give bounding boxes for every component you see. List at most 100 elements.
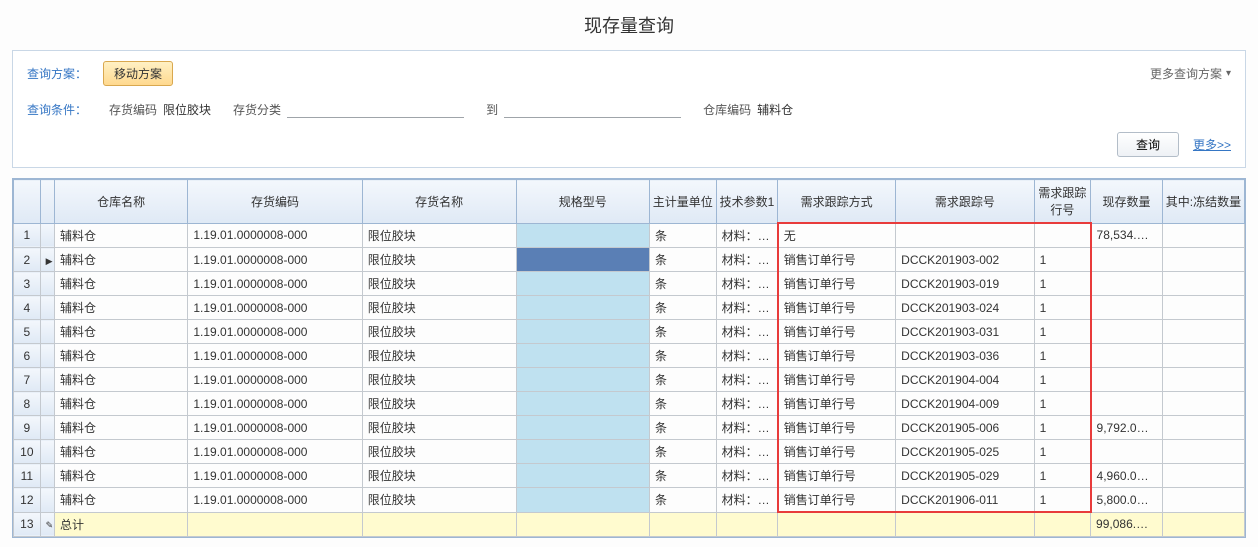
row-number: 2 [14, 248, 41, 272]
row-marker [40, 440, 54, 464]
cell-track-line: 1 [1034, 440, 1090, 464]
cell-track-no [896, 223, 1034, 248]
row-number: 13 [14, 512, 41, 536]
cell-track-no: DCCK201903-019 [896, 272, 1034, 296]
row-marker [40, 296, 54, 320]
cell-spec [516, 223, 649, 248]
query-button[interactable]: 查询 [1117, 132, 1179, 157]
move-scheme-button[interactable]: 移动方案 [103, 61, 173, 86]
row-marker [40, 392, 54, 416]
cell-unit: 条 [649, 296, 716, 320]
cell-warehouse: 辅料仓 [55, 223, 188, 248]
col-warehouse[interactable]: 仓库名称 [55, 180, 188, 224]
col-track-mode[interactable]: 需求跟踪方式 [778, 180, 896, 224]
cell-track-line: 1 [1034, 416, 1090, 440]
more-link[interactable]: 更多>> [1193, 136, 1231, 153]
cell-name: 限位胶块 [362, 464, 516, 488]
table-row[interactable]: 5辅料仓1.19.01.0000008-000限位胶块条材料：K…销售订单行号D… [14, 320, 1245, 344]
cell-qty [1091, 368, 1163, 392]
cell-track-mode: 销售订单行号 [778, 320, 896, 344]
col-qty[interactable]: 现存数量 [1091, 180, 1163, 224]
cell-spec [516, 272, 649, 296]
cell-spec [516, 416, 649, 440]
row-marker [40, 488, 54, 513]
cell-track-line: 1 [1034, 392, 1090, 416]
cell-qty [1091, 440, 1163, 464]
table-row[interactable]: 7辅料仓1.19.01.0000008-000限位胶块条材料：K…销售订单行号D… [14, 368, 1245, 392]
inventory-code-value: 限位胶块 [163, 101, 211, 118]
cell-track-line: 1 [1034, 272, 1090, 296]
table-row[interactable]: 2▶辅料仓1.19.01.0000008-000限位胶块条材料：K…销售订单行号… [14, 248, 1245, 272]
to-input[interactable] [504, 100, 681, 118]
cell-qty [1091, 248, 1163, 272]
table-row[interactable]: 12辅料仓1.19.01.0000008-000限位胶块条材料：K…销售订单行号… [14, 488, 1245, 513]
cell-code: 1.19.01.0000008-000 [188, 320, 362, 344]
cell-track-mode: 销售订单行号 [778, 248, 896, 272]
row-number: 8 [14, 392, 41, 416]
cell-unit: 条 [649, 223, 716, 248]
cell-qty: 4,960.0… [1091, 464, 1163, 488]
cell-code: 1.19.01.0000008-000 [188, 464, 362, 488]
cell-unit: 条 [649, 392, 716, 416]
page-title: 现存量查询 [0, 0, 1258, 50]
more-scheme-dropdown[interactable]: 更多查询方案 ▾ [1150, 65, 1231, 82]
row-marker [40, 464, 54, 488]
edit-icon: ✎ [46, 517, 55, 531]
col-frozen[interactable]: 其中:冻结数量 [1162, 180, 1244, 224]
table-row[interactable]: 10辅料仓1.19.01.0000008-000限位胶块条材料：K…销售订单行号… [14, 440, 1245, 464]
cell-tech: 材料：K… [716, 440, 778, 464]
current-row-icon: ▶ [46, 253, 55, 267]
cell-spec [516, 368, 649, 392]
cell-warehouse: 辅料仓 [55, 248, 188, 272]
cell-frozen [1162, 272, 1244, 296]
col-tech[interactable]: 技术参数1 [716, 180, 778, 224]
table-row[interactable]: 1辅料仓1.19.01.0000008-000限位胶块条材料：K…无78,534… [14, 223, 1245, 248]
cell-track-mode: 销售订单行号 [778, 392, 896, 416]
cell-qty: 5,800.0… [1091, 488, 1163, 513]
cell-qty [1091, 344, 1163, 368]
cell-name: 限位胶块 [362, 488, 516, 513]
col-code[interactable]: 存货编码 [188, 180, 362, 224]
row-number: 6 [14, 344, 41, 368]
cell-spec [516, 248, 649, 272]
col-track-line[interactable]: 需求跟踪行号 [1034, 180, 1090, 224]
scheme-label: 查询方案： [27, 65, 87, 82]
cell-track-no: DCCK201905-006 [896, 416, 1034, 440]
col-unit[interactable]: 主计量单位 [649, 180, 716, 224]
inventory-code-field: 存货编码 限位胶块 [109, 101, 211, 118]
query-panel: 查询方案： 移动方案 更多查询方案 ▾ 查询条件： 存货编码 限位胶块 存货分类… [12, 50, 1246, 168]
cell-track-mode: 销售订单行号 [778, 344, 896, 368]
col-rownum[interactable] [14, 180, 41, 224]
row-number: 3 [14, 272, 41, 296]
cell-code: 1.19.01.0000008-000 [188, 392, 362, 416]
row-marker [40, 223, 54, 248]
row-number: 5 [14, 320, 41, 344]
row-number: 12 [14, 488, 41, 513]
table-row[interactable]: 6辅料仓1.19.01.0000008-000限位胶块条材料：K…销售订单行号D… [14, 344, 1245, 368]
grid-header-row: 仓库名称 存货编码 存货名称 规格型号 主计量单位 技术参数1 需求跟踪方式 需… [14, 180, 1245, 224]
cell-qty [1091, 272, 1163, 296]
col-spec[interactable]: 规格型号 [516, 180, 649, 224]
inventory-cat-input[interactable] [287, 100, 464, 118]
table-row[interactable]: 8辅料仓1.19.01.0000008-000限位胶块条材料：K…销售订单行号D… [14, 392, 1245, 416]
cell-unit: 条 [649, 272, 716, 296]
row-number: 1 [14, 223, 41, 248]
table-row[interactable]: 11辅料仓1.19.01.0000008-000限位胶块条材料：K…销售订单行号… [14, 464, 1245, 488]
table-row[interactable]: 4辅料仓1.19.01.0000008-000限位胶块条材料：K…销售订单行号D… [14, 296, 1245, 320]
cell-code: 1.19.01.0000008-000 [188, 440, 362, 464]
table-row[interactable]: 9辅料仓1.19.01.0000008-000限位胶块条材料：K…销售订单行号D… [14, 416, 1245, 440]
cell-tech: 材料：K… [716, 392, 778, 416]
cell-frozen [1162, 464, 1244, 488]
cell-spec [516, 488, 649, 513]
cell-track-no: DCCK201903-024 [896, 296, 1034, 320]
row-marker [40, 344, 54, 368]
cell-tech: 材料：K… [716, 272, 778, 296]
col-marker[interactable] [40, 180, 54, 224]
chevron-down-icon: ▾ [1226, 68, 1231, 79]
col-name[interactable]: 存货名称 [362, 180, 516, 224]
cell-track-mode: 销售订单行号 [778, 488, 896, 513]
cell-track-no: DCCK201905-025 [896, 440, 1034, 464]
col-track-no[interactable]: 需求跟踪号 [896, 180, 1034, 224]
cell-track-line: 1 [1034, 368, 1090, 392]
table-row[interactable]: 3辅料仓1.19.01.0000008-000限位胶块条材料：K…销售订单行号D… [14, 272, 1245, 296]
